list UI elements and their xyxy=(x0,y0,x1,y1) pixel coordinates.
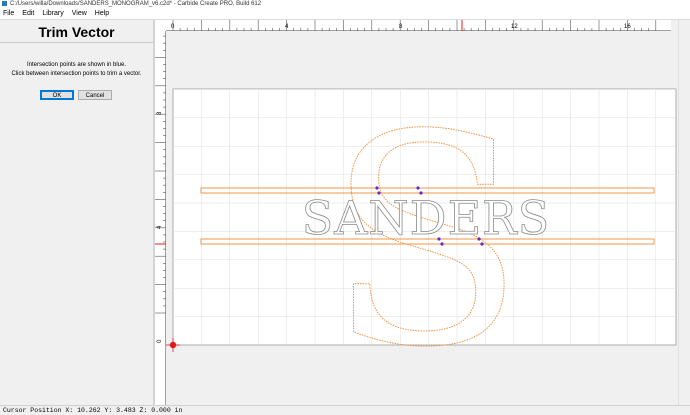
cancel-button[interactable]: Cancel xyxy=(78,90,112,100)
menu-bar: File Edit Library View Help xyxy=(0,9,690,20)
intersection-point[interactable] xyxy=(480,242,484,246)
instruction-line-2: Click between intersection points to tri… xyxy=(11,71,142,77)
menu-edit[interactable]: Edit xyxy=(18,9,38,19)
intersection-point[interactable] xyxy=(477,237,481,241)
menu-file[interactable]: File xyxy=(0,9,18,19)
intersection-point[interactable] xyxy=(440,242,444,246)
vertical-scroll-track[interactable] xyxy=(678,20,690,405)
menu-view[interactable]: View xyxy=(68,9,91,19)
title-bar: C:/Users/willa/Downloads/SANDERS_MONOGRA… xyxy=(0,0,690,9)
intersection-point[interactable] xyxy=(375,186,379,190)
left-ruler-label-8: 8 xyxy=(157,111,163,115)
intersection-point[interactable] xyxy=(419,191,423,195)
intersection-point[interactable] xyxy=(437,237,441,241)
window-title: C:/Users/willa/Downloads/SANDERS_MONOGRA… xyxy=(10,1,262,7)
trim-vector-panel xyxy=(0,20,153,405)
cursor-position-readout: Cursor Position X: 10.262 Y: 3.483 Z: 0.… xyxy=(3,407,183,414)
status-bar: Cursor Position X: 10.262 Y: 3.483 Z: 0.… xyxy=(0,405,690,414)
intersection-point[interactable] xyxy=(416,186,420,190)
ruler-corner xyxy=(155,20,166,31)
sanders-name-text[interactable]: SANDERS xyxy=(301,191,551,246)
design-canvas[interactable]: S SANDERS xyxy=(166,32,678,405)
panel-title: Trim Vector xyxy=(38,24,115,40)
top-ruler-label-16: 16 xyxy=(624,24,631,30)
left-ruler-label-4: 4 xyxy=(157,225,163,229)
top-ruler: 0 4 8 12 16 xyxy=(166,20,671,31)
top-ruler-label-4: 4 xyxy=(285,24,289,30)
menu-library[interactable]: Library xyxy=(38,9,67,19)
ok-button[interactable]: OK xyxy=(40,90,74,100)
top-ruler-label-0: 0 xyxy=(171,24,175,30)
menu-help[interactable]: Help xyxy=(91,9,113,19)
intersection-point[interactable] xyxy=(377,191,381,195)
top-ruler-label-12: 12 xyxy=(511,24,518,30)
left-ruler: 8 4 0 xyxy=(155,31,166,405)
panel-divider xyxy=(0,42,153,43)
left-ruler-label-0: 0 xyxy=(157,339,163,343)
instruction-line-1: Intersection points are shown in blue. xyxy=(26,62,127,68)
app-icon xyxy=(2,0,7,6)
top-ruler-label-8: 8 xyxy=(399,24,403,30)
